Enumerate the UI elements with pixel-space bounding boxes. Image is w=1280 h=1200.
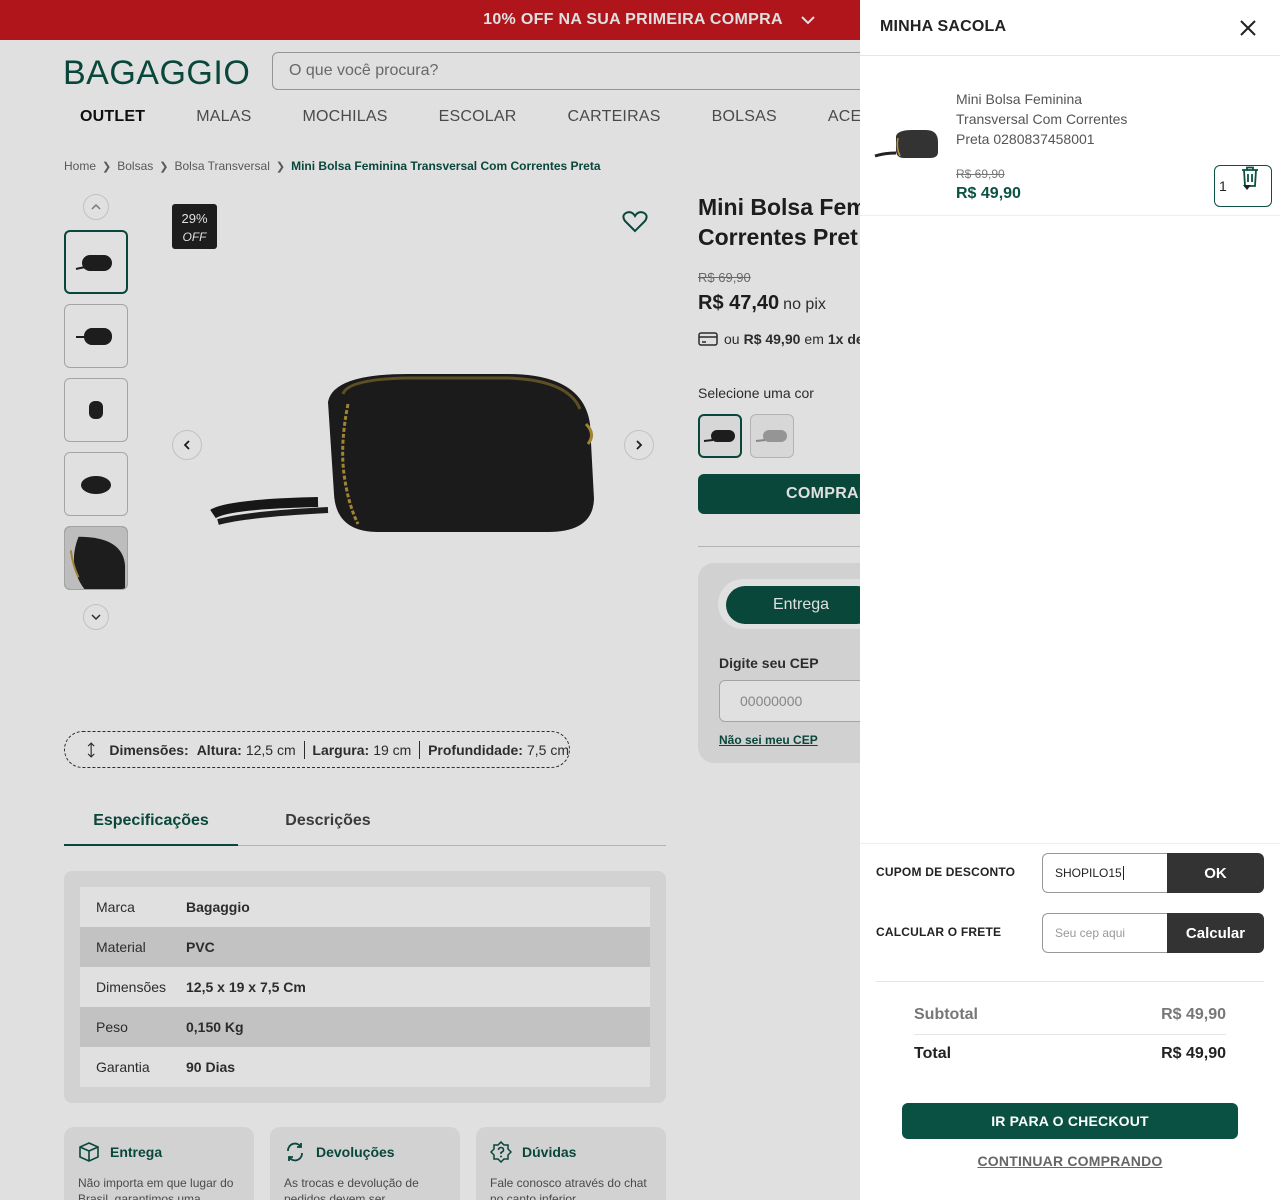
coupon-row: CUPOM DE DESCONTO SHOPILO15 OK bbox=[876, 853, 1264, 893]
total-label: Total bbox=[914, 1045, 952, 1062]
total-value: R$ 49,90 bbox=[1161, 1045, 1226, 1062]
coupon-input-value: SHOPILO15 bbox=[1055, 866, 1122, 880]
caret-down-icon bbox=[1243, 185, 1251, 190]
modal-backdrop[interactable] bbox=[0, 0, 860, 1200]
coupon-label: CUPOM DE DESCONTO bbox=[876, 865, 1016, 879]
cart-item-price: R$ 49,90 bbox=[956, 185, 1021, 202]
shipping-cep-input[interactable]: Seu cep aqui bbox=[1042, 913, 1168, 953]
subtotal-value: R$ 49,90 bbox=[1161, 1006, 1226, 1023]
total-row: Total R$ 49,90 bbox=[914, 1034, 1226, 1068]
continue-shopping-link[interactable]: CONTINUAR COMPRANDO bbox=[860, 1153, 1280, 1169]
cart-item-name[interactable]: Mini Bolsa Feminina Transversal Com Corr… bbox=[956, 89, 1146, 149]
shipping-row: CALCULAR O FRETE Seu cep aqui Calcular bbox=[876, 913, 1264, 953]
checkout-button[interactable]: IR PARA O CHECKOUT bbox=[902, 1103, 1238, 1139]
cart-totals: Subtotal R$ 49,90 Total R$ 49,90 bbox=[914, 1006, 1226, 1068]
cart-item-image bbox=[874, 130, 938, 158]
quantity-value: 1 bbox=[1219, 178, 1227, 194]
subtotal-label: Subtotal bbox=[914, 1006, 978, 1023]
text-cursor bbox=[1122, 866, 1124, 880]
cart-item-old-price: R$ 69,90 bbox=[956, 167, 1005, 181]
subtotal-row: Subtotal R$ 49,90 bbox=[914, 1006, 1226, 1030]
product-page: 10% OFF NA SUA PRIMEIRA COMPRA BAGAGGIO … bbox=[0, 0, 1280, 1200]
quantity-select[interactable]: 1 bbox=[1214, 165, 1272, 207]
cart-drawer-header: MINHA SACOLA bbox=[860, 0, 1280, 56]
close-icon bbox=[1240, 20, 1256, 36]
cart-title: MINHA SACOLA bbox=[880, 18, 1007, 35]
close-button[interactable] bbox=[1236, 16, 1260, 40]
cart-footer: CUPOM DE DESCONTO SHOPILO15 OK CALCULAR … bbox=[860, 843, 1280, 1200]
calculate-shipping-button[interactable]: Calcular bbox=[1167, 913, 1264, 953]
coupon-ok-button[interactable]: OK bbox=[1167, 853, 1264, 893]
shipping-label: CALCULAR O FRETE bbox=[876, 925, 1002, 939]
cart-drawer: MINHA SACOLA Mini Bolsa Feminina Transve… bbox=[860, 0, 1280, 1200]
divider bbox=[876, 981, 1264, 982]
coupon-input[interactable]: SHOPILO15 bbox=[1042, 853, 1168, 893]
